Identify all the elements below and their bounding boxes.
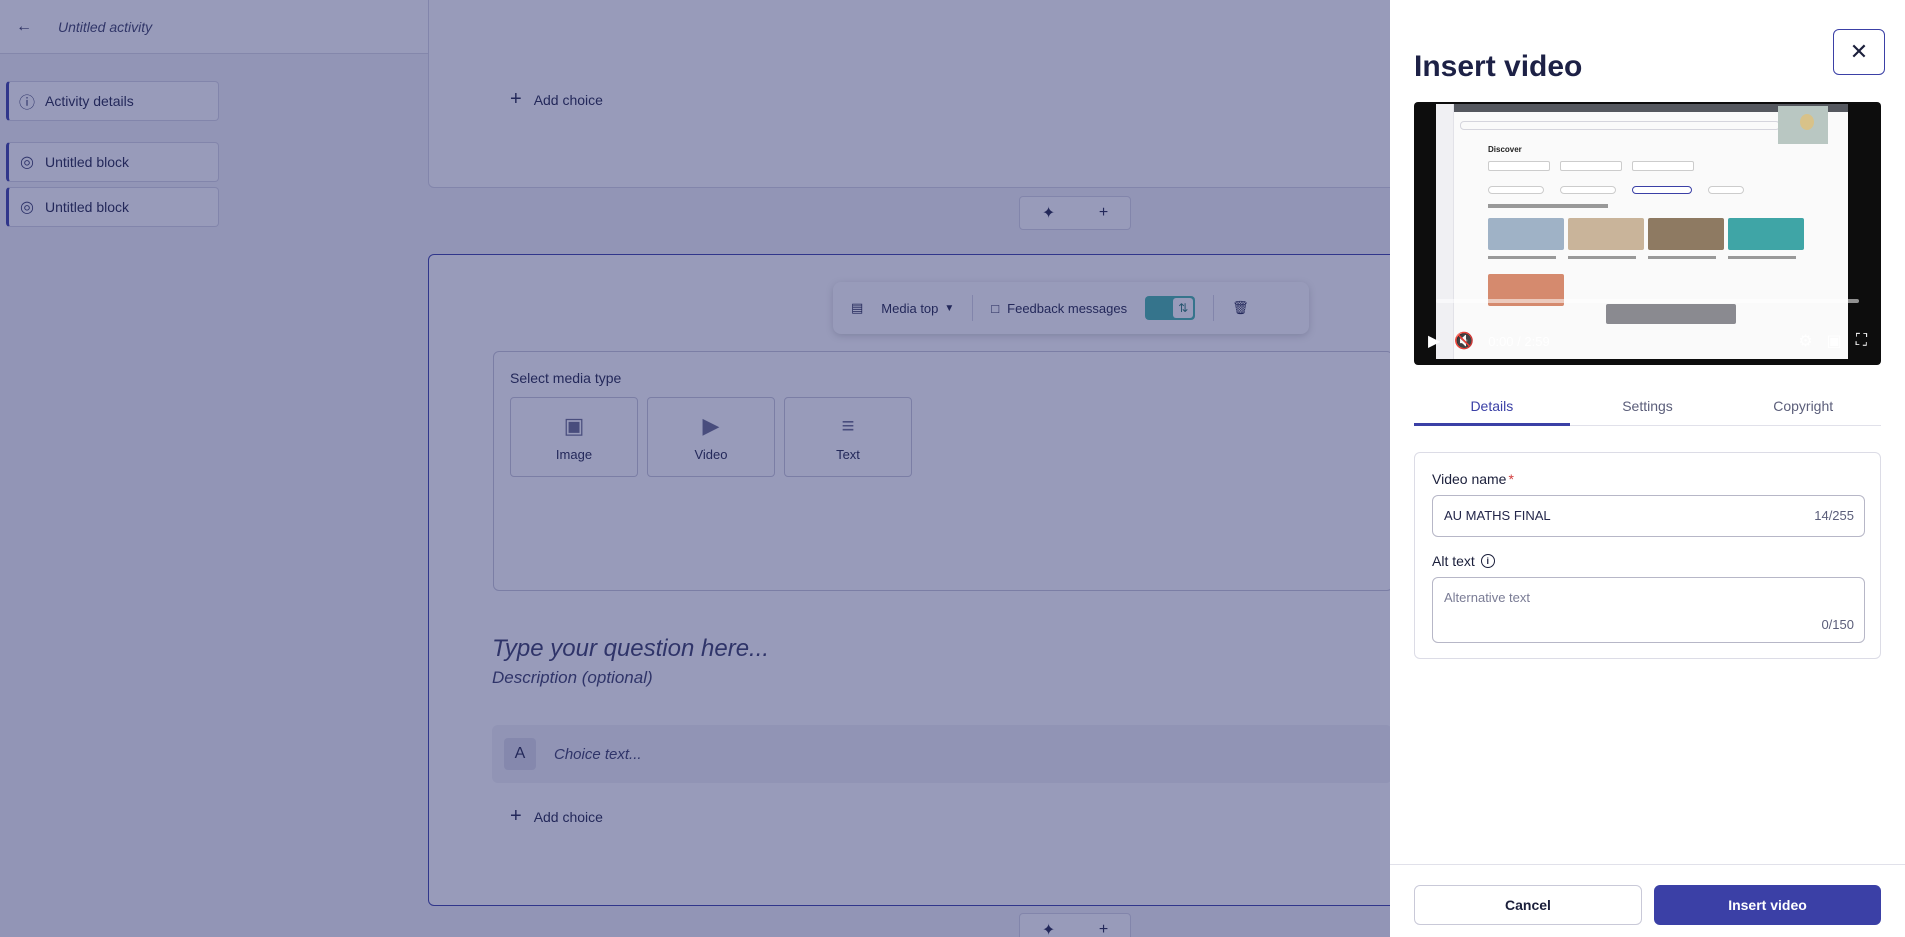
play-icon[interactable]: ▶ <box>1428 331 1440 351</box>
alt-text-placeholder: Alternative text <box>1444 590 1530 605</box>
close-button[interactable]: ✕ <box>1833 29 1885 75</box>
video-name-field[interactable]: AU MATHS FINAL 14/255 <box>1432 495 1865 537</box>
alt-text-field[interactable]: Alternative text 0/150 <box>1432 577 1865 643</box>
fullscreen-icon[interactable]: ⛶ <box>1856 332 1867 350</box>
picture-in-picture-icon[interactable]: ▣ <box>1827 331 1842 351</box>
video-player[interactable]: Discover ▶ 🔇 0:00 / 2:59 ⚙ ▣ ⛶ <box>1414 102 1881 365</box>
video-name-value: AU MATHS FINAL <box>1444 508 1551 523</box>
tab-settings[interactable]: Settings <box>1570 386 1726 425</box>
modal-backdrop[interactable] <box>0 0 1390 937</box>
webcam-overlay <box>1778 106 1828 144</box>
video-controls: ▶ 🔇 0:00 / 2:59 ⚙ ▣ ⛶ <box>1414 317 1881 365</box>
panel-tabs: Details Settings Copyright <box>1414 386 1881 426</box>
video-frame-heading: Discover <box>1488 145 1522 154</box>
cancel-button[interactable]: Cancel <box>1414 885 1642 925</box>
settings-icon[interactable]: ⚙ <box>1798 331 1812 351</box>
panel-title: Insert video <box>1414 50 1583 83</box>
video-name-label: Video name * <box>1432 471 1514 487</box>
alt-text-label: Alt text i <box>1432 553 1495 569</box>
insert-video-button[interactable]: Insert video <box>1654 885 1881 925</box>
video-name-counter: 14/255 <box>1814 508 1854 523</box>
video-progress-bar[interactable] <box>1436 299 1859 303</box>
volume-muted-icon[interactable]: 🔇 <box>1454 331 1474 351</box>
info-icon[interactable]: i <box>1480 554 1495 568</box>
video-time: 0:00 / 2:59 <box>1488 333 1550 349</box>
alt-text-counter: 0/150 <box>1821 617 1854 632</box>
tab-details[interactable]: Details <box>1414 386 1570 426</box>
video-details-form: Video name * AU MATHS FINAL 14/255 Alt t… <box>1414 452 1881 659</box>
tab-copyright[interactable]: Copyright <box>1725 386 1881 425</box>
required-mark: * <box>1508 471 1514 487</box>
close-icon: ✕ <box>1849 39 1869 64</box>
